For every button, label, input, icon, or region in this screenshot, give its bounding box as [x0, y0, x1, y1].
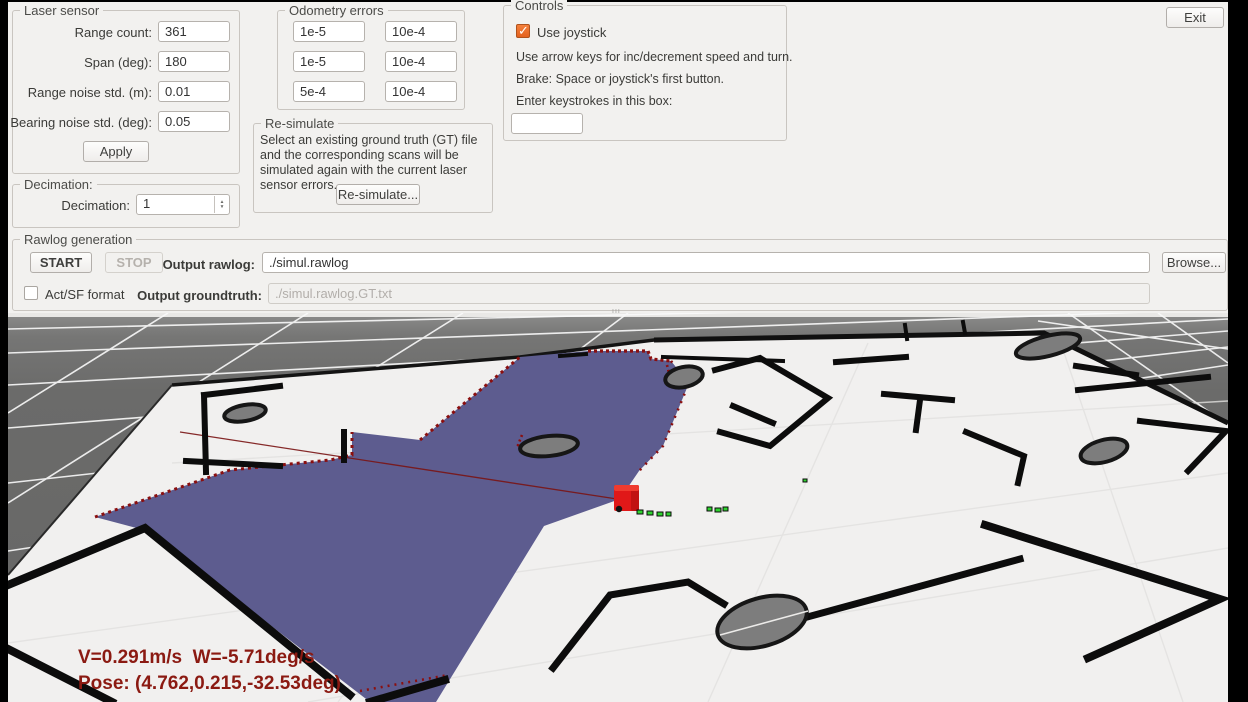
range-count-input[interactable]: [158, 21, 230, 42]
odometry-input-3b[interactable]: [385, 81, 457, 102]
keystroke-input[interactable]: [511, 113, 583, 134]
spinner-arrows[interactable]: ▲ ▼: [214, 196, 228, 213]
actsf-format-checkbox[interactable]: [24, 286, 38, 300]
resimulate-panel: Re-simulate Select an existing ground tr…: [253, 123, 493, 213]
bearing-noise-input[interactable]: [158, 111, 230, 132]
odometry-input-1b[interactable]: [385, 21, 457, 42]
spin-up-icon[interactable]: ▲: [219, 200, 224, 204]
simulator-window: Laser sensor Range count: Span (deg): Ra…: [8, 2, 1228, 702]
odometry-input-3a[interactable]: [293, 81, 365, 102]
controls-title: Controls: [511, 0, 567, 13]
apply-button[interactable]: Apply: [83, 141, 149, 162]
resimulate-title: Re-simulate: [261, 116, 338, 131]
span-input[interactable]: [158, 51, 230, 72]
actsf-format-label: Act/SF format: [45, 287, 124, 302]
start-button[interactable]: START: [30, 252, 92, 273]
use-joystick-label: Use joystick: [537, 25, 606, 40]
controls-hint-arrows: Use arrow keys for inc/decrement speed a…: [516, 50, 793, 64]
decimation-spinner[interactable]: 1 ▲ ▼: [136, 194, 230, 215]
robot-marker: [614, 485, 639, 512]
output-rawlog-label: Output rawlog:: [155, 257, 255, 272]
range-count-label: Range count:: [18, 25, 152, 40]
decimation-value: 1: [143, 196, 150, 211]
range-noise-label: Range noise std. (m):: [18, 85, 152, 100]
decimation-title: Decimation:: [20, 177, 97, 192]
rawlog-generation-title: Rawlog generation: [20, 232, 136, 247]
odometry-errors-title: Odometry errors: [285, 3, 388, 18]
decimation-label: Decimation:: [38, 198, 130, 213]
output-groundtruth-label: Output groundtruth:: [135, 288, 262, 303]
robot-wheel: [616, 506, 622, 512]
span-label: Span (deg):: [18, 55, 152, 70]
spin-down-icon[interactable]: ▼: [219, 205, 224, 209]
output-rawlog-input[interactable]: [262, 252, 1150, 273]
odometry-input-2a[interactable]: [293, 51, 365, 72]
hud-velocity-text: V=0.291m/s W=-5.71deg/s: [78, 647, 315, 668]
odometry-input-2b[interactable]: [385, 51, 457, 72]
checkbox-check-icon: ✓: [518, 23, 529, 39]
resimulate-button[interactable]: Re-simulate...: [336, 184, 420, 205]
output-groundtruth-input: [268, 283, 1150, 304]
simulation-3d-view[interactable]: V=0.291m/s W=-5.71deg/s Pose: (4.762,0.2…: [8, 313, 1228, 702]
laser-sensor-title: Laser sensor: [20, 3, 103, 18]
browse-button[interactable]: Browse...: [1162, 252, 1226, 273]
odometry-input-1a[interactable]: [293, 21, 365, 42]
exit-button[interactable]: Exit: [1166, 7, 1224, 28]
range-noise-input[interactable]: [158, 81, 230, 102]
controls-hint-brake: Brake: Space or joystick's first button.: [516, 72, 724, 86]
use-joystick-checkbox[interactable]: ✓: [516, 24, 530, 38]
bearing-noise-label: Bearing noise std. (deg):: [10, 115, 152, 130]
hud-pose-text: Pose: (4.762,0.215,-32.53deg): [78, 673, 341, 694]
controls-hint-keystrokes: Enter keystrokes in this box:: [516, 94, 672, 108]
